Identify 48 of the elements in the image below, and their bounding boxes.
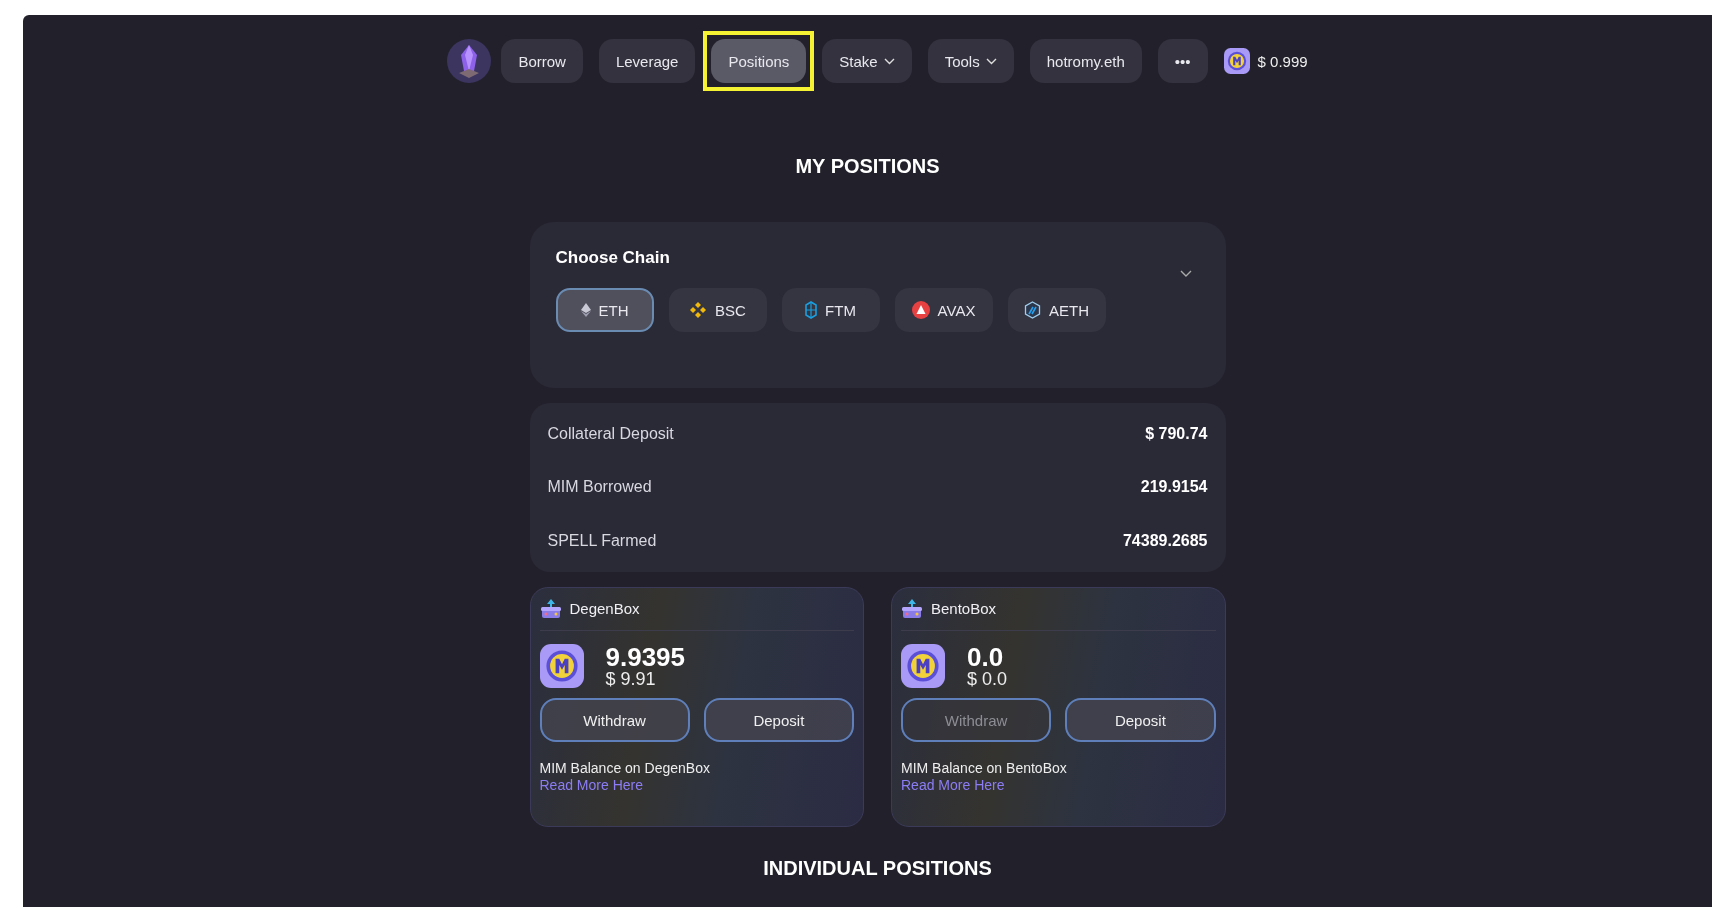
box-name: BentoBox	[931, 600, 997, 617]
diamond-icon	[689, 301, 708, 319]
read-more-link[interactable]: Read More Here	[539, 777, 643, 794]
diamond-icon	[580, 303, 591, 317]
balance-note: MIM Balance on BentoBox	[901, 760, 1068, 777]
hexagon-icon	[805, 301, 818, 319]
mim-token-icon	[539, 644, 584, 689]
mim-token-icon	[1223, 48, 1250, 74]
nav-tab[interactable]: Leverage	[598, 39, 696, 83]
stat-label: MIM Borrowed	[547, 478, 652, 497]
nav-tab[interactable]: Tools	[927, 39, 1014, 83]
nav-tab[interactable]: Positions	[711, 39, 807, 83]
chain-button[interactable]: ETH	[555, 288, 654, 332]
mim-token-icon	[901, 644, 945, 689]
chain-button[interactable]: AVAX	[894, 288, 993, 332]
hexagon-icon	[1024, 301, 1041, 319]
chain-button[interactable]: BSC	[668, 288, 767, 332]
nav-tab[interactable]: Stake	[822, 39, 912, 83]
balance-amount: 9.9395	[605, 643, 686, 670]
chain-button[interactable]: FTM	[781, 288, 880, 332]
stat-value: $ 790.74	[1145, 424, 1208, 443]
gift-box-icon	[901, 597, 923, 620]
stat-value: 219.9154	[1140, 478, 1208, 497]
read-more-link[interactable]: Read More Here	[901, 777, 1005, 794]
price-text: $ 0.999	[1257, 52, 1308, 70]
crystal-logo-icon[interactable]	[447, 39, 492, 83]
action-button[interactable]: Withdraw	[539, 698, 690, 743]
card-title: Choose Chain	[555, 248, 671, 268]
section-title: INDIVIDUAL POSITIONS	[762, 856, 993, 880]
nav-tab[interactable]: hotromy.eth	[1029, 39, 1142, 83]
stat-value: 74389.2685	[1122, 531, 1208, 550]
nav-tab[interactable]: •••	[1157, 39, 1208, 83]
box-name: DegenBox	[569, 600, 640, 617]
chevron-down-icon[interactable]	[1179, 270, 1192, 278]
gift-box-icon	[539, 597, 562, 620]
balance-amount: 0.0	[967, 643, 1005, 670]
nav-tab[interactable]: Borrow	[501, 39, 583, 83]
balance-usd: $ 9.91	[605, 669, 657, 690]
balance-usd: $ 0.0	[967, 669, 1008, 690]
action-button[interactable]: Deposit	[703, 698, 854, 743]
stat-label: SPELL Farmed	[547, 531, 657, 550]
balance-note: MIM Balance on DegenBox	[539, 760, 711, 777]
action-button[interactable]: Deposit	[1065, 698, 1216, 743]
chevron-down-icon	[883, 57, 895, 65]
page-title: MY POSITIONS	[794, 155, 941, 178]
stat-label: Collateral Deposit	[547, 424, 674, 443]
chain-button[interactable]: AETH	[1007, 288, 1106, 332]
chevron-down-icon	[985, 57, 997, 65]
